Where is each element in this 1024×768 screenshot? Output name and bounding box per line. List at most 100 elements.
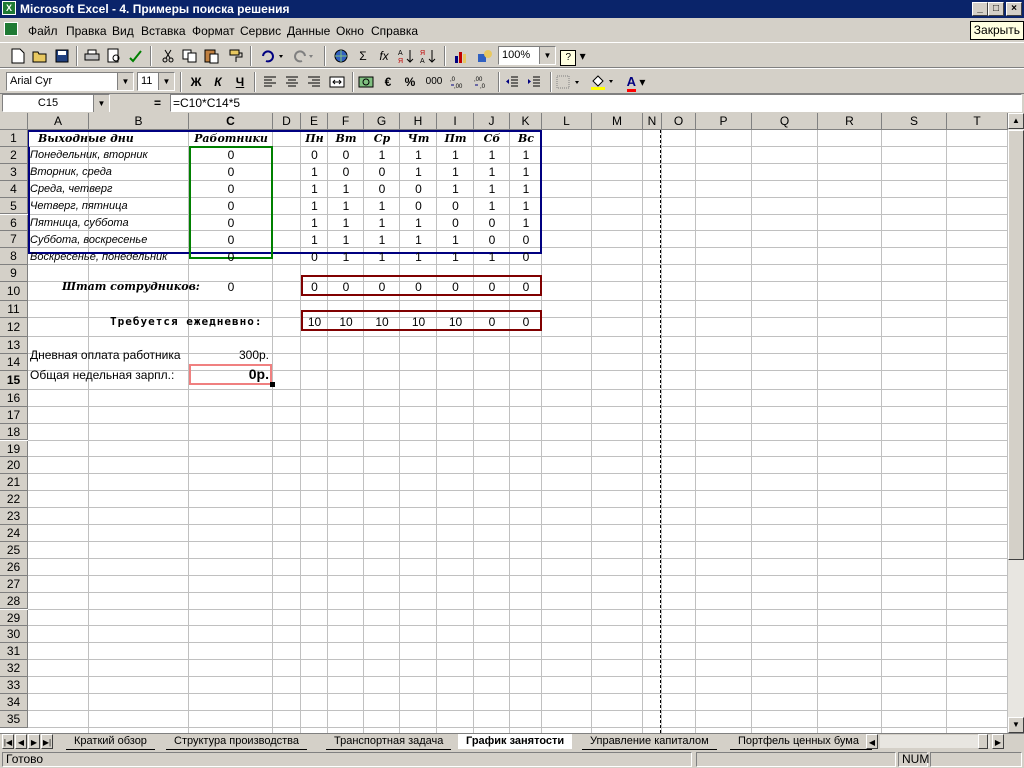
thousands-button[interactable]: 000 xyxy=(422,72,446,92)
sheet-tab[interactable]: Транспортная задача xyxy=(326,734,452,750)
workers-value[interactable]: 0 xyxy=(189,215,273,231)
row-header-25[interactable]: 25 xyxy=(0,541,28,559)
row-header-18[interactable]: 18 xyxy=(0,423,28,441)
row-header-21[interactable]: 21 xyxy=(0,474,28,492)
scroll-left-icon[interactable]: ◀ xyxy=(866,734,878,749)
row-header-19[interactable]: 19 xyxy=(0,440,28,458)
row-header-5[interactable]: 5 xyxy=(0,197,28,215)
daily-pay-label[interactable]: Дневная оплата работника xyxy=(30,347,181,363)
day-header[interactable]: Вс xyxy=(510,131,542,147)
merge-center-icon[interactable] xyxy=(326,72,348,92)
scroll-down-icon[interactable]: ▼ xyxy=(1008,717,1024,733)
increase-decimal-icon[interactable]: ,0,00 xyxy=(448,72,470,92)
align-left-icon[interactable] xyxy=(260,72,280,92)
menu-window[interactable]: Окно xyxy=(336,24,364,38)
open-icon[interactable] xyxy=(30,46,50,66)
shift-label[interactable]: Вторник, среда xyxy=(30,164,112,180)
row-header-3[interactable]: 3 xyxy=(0,163,28,181)
column-header-c[interactable]: C xyxy=(189,113,273,130)
day-value[interactable]: 1 xyxy=(328,181,364,197)
scroll-up-icon[interactable]: ▲ xyxy=(1008,113,1024,129)
day-value[interactable]: 0 xyxy=(400,181,437,197)
column-header-m[interactable]: M xyxy=(592,113,643,130)
menu-file[interactable]: Файл xyxy=(28,24,58,38)
day-value[interactable]: 1 xyxy=(510,164,542,180)
formula-equals-icon[interactable]: = xyxy=(154,96,161,110)
day-value[interactable]: 0 xyxy=(510,249,542,265)
name-box[interactable]: C15 ▼ xyxy=(2,94,110,112)
align-right-icon[interactable] xyxy=(304,72,324,92)
align-center-icon[interactable] xyxy=(282,72,302,92)
day-value[interactable]: 0 xyxy=(400,198,437,214)
menu-insert[interactable]: Вставка xyxy=(141,24,186,38)
print-preview-icon[interactable] xyxy=(104,46,124,66)
row-header-26[interactable]: 26 xyxy=(0,558,28,576)
row-header-24[interactable]: 24 xyxy=(0,525,28,542)
day-value[interactable]: 1 xyxy=(328,215,364,231)
day-value[interactable]: 1 xyxy=(510,215,542,231)
next-sheet-icon[interactable]: ▶ xyxy=(28,734,40,749)
scroll-thumb[interactable] xyxy=(1008,130,1024,560)
formula-input[interactable]: =C10*C14*5 xyxy=(170,94,1022,112)
required-label[interactable]: Требуется ежедневно: xyxy=(110,314,262,330)
column-header-q[interactable]: Q xyxy=(752,113,818,130)
row-header-35[interactable]: 35 xyxy=(0,710,28,728)
daily-pay-value[interactable]: 300р. xyxy=(189,347,269,363)
excel-icon[interactable]: X xyxy=(2,1,16,15)
staff-day-value[interactable]: 0 xyxy=(437,279,474,295)
shift-label[interactable]: Пятница, суббота xyxy=(30,215,129,231)
day-value[interactable]: 0 xyxy=(364,164,400,180)
day-value[interactable]: 0 xyxy=(474,215,510,231)
day-value[interactable]: 0 xyxy=(437,215,474,231)
day-value[interactable]: 1 xyxy=(474,147,510,163)
day-header[interactable]: Пт xyxy=(437,131,474,147)
row-header-13[interactable]: 13 xyxy=(0,337,28,354)
copy-icon[interactable] xyxy=(180,46,200,66)
day-header[interactable]: Вт xyxy=(328,131,364,147)
row-header-11[interactable]: 11 xyxy=(0,301,28,318)
maximize-button[interactable]: □ xyxy=(988,2,1004,16)
column-header-e[interactable]: E xyxy=(301,113,328,130)
scroll-thumb-h[interactable] xyxy=(978,734,988,749)
function-icon[interactable]: fx xyxy=(374,46,394,66)
weekly-total-label[interactable]: Общая недельная зарпл.: xyxy=(30,367,174,383)
vertical-scrollbar[interactable]: ▲ ▼ xyxy=(1008,113,1024,733)
weekly-total-value[interactable]: 0р. xyxy=(189,366,269,382)
row-header-6[interactable]: 6 xyxy=(0,214,28,232)
hyperlink-icon[interactable] xyxy=(330,46,352,66)
staff-day-value[interactable]: 0 xyxy=(510,279,542,295)
workbook-icon[interactable] xyxy=(4,22,18,36)
staff-value[interactable]: 0 xyxy=(189,279,273,295)
day-value[interactable]: 0 xyxy=(301,147,328,163)
fill-handle[interactable] xyxy=(270,382,275,387)
bold-button[interactable]: Ж xyxy=(186,72,206,92)
italic-button[interactable]: К xyxy=(208,72,228,92)
zoom-dropdown[interactable]: 100% ▼ xyxy=(498,46,556,65)
borders-icon[interactable] xyxy=(554,72,584,92)
day-value[interactable]: 1 xyxy=(474,164,510,180)
font-color-icon[interactable]: A ▾ xyxy=(620,72,652,92)
column-header-n[interactable]: N xyxy=(643,113,662,130)
day-header[interactable]: Чт xyxy=(400,131,437,147)
autosum-icon[interactable]: Σ xyxy=(354,46,372,66)
row-header-29[interactable]: 29 xyxy=(0,609,28,627)
column-header-f[interactable]: F xyxy=(328,113,364,130)
menu-help[interactable]: Справка xyxy=(371,24,418,38)
day-value[interactable]: 1 xyxy=(301,215,328,231)
row-header-7[interactable]: 7 xyxy=(0,231,28,249)
day-value[interactable]: 1 xyxy=(364,249,400,265)
day-value[interactable]: 1 xyxy=(364,232,400,248)
drawing-icon[interactable] xyxy=(474,46,496,66)
day-value[interactable]: 1 xyxy=(301,181,328,197)
row-header-22[interactable]: 22 xyxy=(0,491,28,509)
staff-day-value[interactable]: 0 xyxy=(301,279,328,295)
cut-icon[interactable] xyxy=(158,46,178,66)
required-day-value[interactable]: 0 xyxy=(474,314,510,330)
shift-label[interactable]: Суббота, воскресенье xyxy=(30,232,147,248)
prev-sheet-icon[interactable]: ◀ xyxy=(15,734,27,749)
day-value[interactable]: 1 xyxy=(328,249,364,265)
save-icon[interactable] xyxy=(52,46,72,66)
column-header-s[interactable]: S xyxy=(882,113,947,130)
day-value[interactable]: 1 xyxy=(400,249,437,265)
column-header-o[interactable]: O xyxy=(662,113,696,130)
